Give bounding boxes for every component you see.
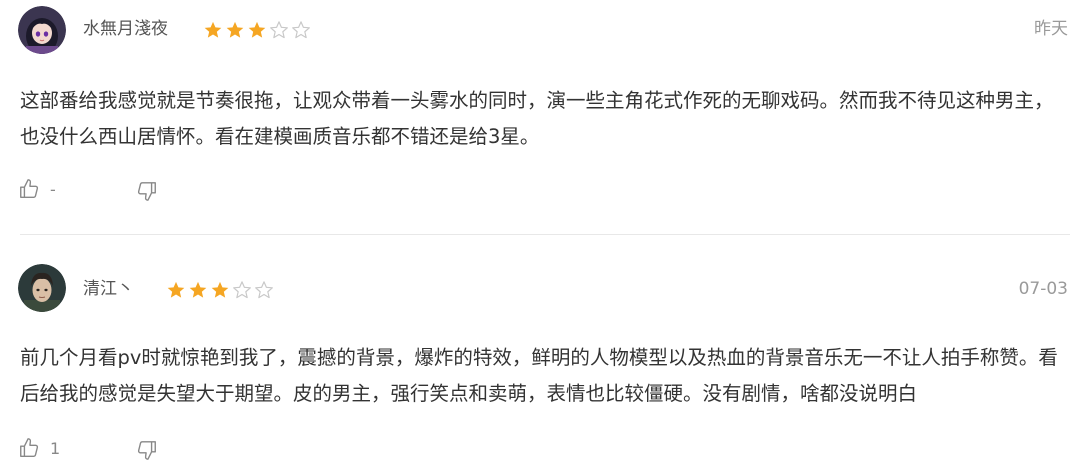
review-list: 水無月淺夜 昨天 这部番给我感觉就是节奏很拖，让观众带着一头雾水的同时，演一些主… xyxy=(0,0,1080,471)
thumbs-down-icon xyxy=(137,441,156,460)
thumbs-down-icon xyxy=(137,182,156,201)
star-filled-icon xyxy=(226,21,244,38)
review-header: 水無月淺夜 昨天 xyxy=(0,0,1080,60)
review-actions: 1 xyxy=(18,437,218,465)
like-count: 1 xyxy=(50,438,61,458)
username[interactable]: 水無月淺夜 xyxy=(83,17,168,41)
avatar[interactable] xyxy=(18,6,66,54)
star-empty-icon xyxy=(233,281,251,299)
star-filled-icon xyxy=(248,21,266,38)
thumbs-up-icon xyxy=(20,179,39,198)
review-header: 清江丶 07-03 xyxy=(0,262,1080,322)
review-date: 07-03 xyxy=(1018,279,1068,299)
star-empty-icon xyxy=(292,21,310,39)
review-date: 昨天 xyxy=(1034,19,1068,39)
like-button[interactable]: - xyxy=(18,178,56,200)
review-actions: - xyxy=(18,178,218,206)
divider xyxy=(20,234,1070,235)
dark-hair-man-avatar-icon xyxy=(18,264,66,312)
dislike-button[interactable] xyxy=(136,180,158,202)
like-button[interactable]: 1 xyxy=(18,437,60,459)
review-text: 这部番给我感觉就是节奏很拖，让观众带着一头雾水的同时，演一些主角花式作死的无聊戏… xyxy=(20,89,1054,148)
star-empty-icon xyxy=(255,281,273,299)
star-filled-icon xyxy=(211,281,229,298)
star-filled-icon xyxy=(189,281,207,298)
dislike-button[interactable] xyxy=(136,439,158,461)
star-empty-icon xyxy=(270,21,288,39)
star-rating xyxy=(166,280,274,300)
star-filled-icon xyxy=(204,21,222,38)
star-rating xyxy=(203,20,311,40)
review-text: 前几个月看pv时就惊艳到我了，震撼的背景，爆炸的特效，鲜明的人物模型以及热血的背… xyxy=(20,346,1058,405)
thumbs-up-icon xyxy=(20,438,39,457)
username[interactable]: 清江丶 xyxy=(83,277,134,301)
avatar[interactable] xyxy=(18,264,66,312)
anime-girl-avatar-icon xyxy=(18,6,66,54)
like-count: - xyxy=(50,179,56,199)
star-filled-icon xyxy=(167,281,185,298)
